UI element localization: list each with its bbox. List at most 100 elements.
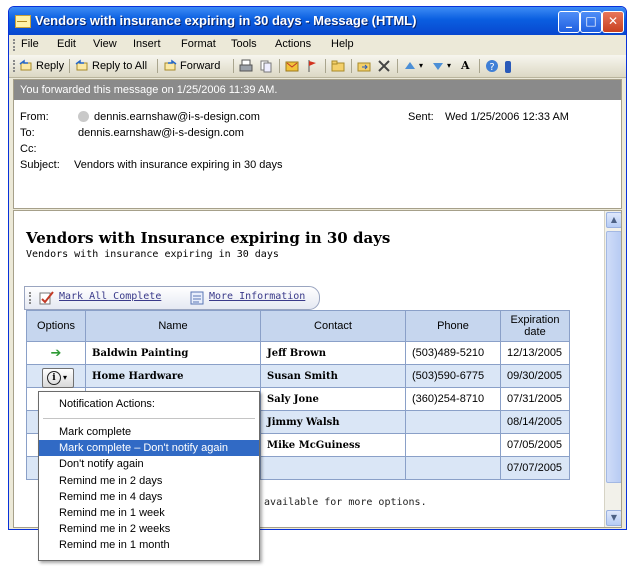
- reply-icon: [19, 59, 32, 71]
- vendor-expiration: 12/13/2005: [500, 341, 570, 365]
- presence-icon: [78, 111, 89, 122]
- column-header-name: Name: [85, 310, 261, 342]
- reply-label: Reply: [36, 60, 65, 72]
- envelope-icon: [15, 15, 31, 28]
- categories-icon[interactable]: [285, 59, 299, 73]
- row-arrow-icon[interactable]: ➔: [26, 341, 86, 365]
- more-information-icon: [190, 291, 204, 305]
- mark-complete-icon: [39, 291, 54, 305]
- sent-label: Sent:: [408, 111, 434, 123]
- sent-value: Wed 1/25/2006 12:33 AM: [445, 111, 569, 123]
- vendor-name: Baldwin Painting: [85, 341, 261, 365]
- scroll-up-arrow[interactable]: ▲: [606, 212, 621, 228]
- close-button[interactable]: ✕: [602, 11, 624, 33]
- action-bar: Mark All Complete More Information: [24, 286, 320, 310]
- toolbar-separator: [479, 59, 480, 73]
- table-header-row: Options Name Contact Phone Expiration da…: [26, 310, 570, 342]
- minimize-button[interactable]: _: [558, 11, 580, 33]
- reply-all-button[interactable]: Reply to All: [75, 58, 147, 74]
- table-row[interactable]: ➔ Baldwin Painting Jeff Brown (503)489-5…: [26, 341, 570, 365]
- title-bar[interactable]: Vendors with insurance expiring in 30 da…: [9, 7, 626, 35]
- vendor-contact: Mike McGuiness: [260, 433, 406, 457]
- vertical-scrollbar[interactable]: ▲ ▼: [604, 211, 621, 527]
- vendor-phone: [405, 410, 501, 434]
- vendor-expiration: 07/31/2005: [500, 387, 570, 411]
- footer-note: n available for more options.: [252, 497, 427, 508]
- document-title: Vendors with Insurance expiring in 30 da…: [26, 229, 391, 247]
- toolbar-separator: [397, 59, 398, 73]
- menu-actions[interactable]: Actions: [275, 38, 311, 50]
- menu-format[interactable]: Format: [181, 38, 216, 50]
- chevron-down-icon: ▾: [63, 373, 68, 382]
- toolbar-separator: [233, 59, 234, 73]
- to-value[interactable]: dennis.earnshaw@i-s-design.com: [78, 127, 244, 139]
- column-header-options: Options: [26, 310, 86, 342]
- menu-header: Notification Actions:: [59, 398, 155, 410]
- subject-label: Subject:: [20, 159, 60, 171]
- menu-item-mark-complete-dont-notify[interactable]: Mark complete – Don't notify again: [39, 440, 259, 456]
- font-size-button[interactable]: A: [461, 58, 470, 74]
- previous-item-icon[interactable]: [403, 59, 417, 73]
- copy-icon[interactable]: [259, 59, 273, 73]
- reply-button[interactable]: Reply: [19, 58, 64, 74]
- print-icon[interactable]: [239, 59, 253, 73]
- next-item-icon[interactable]: [431, 59, 445, 73]
- menu-item-remind-2-weeks[interactable]: Remind me in 2 weeks: [39, 521, 259, 537]
- vendor-expiration: 07/05/2005: [500, 433, 570, 457]
- forward-label: Forward: [180, 60, 221, 72]
- scroll-thumb[interactable]: [606, 231, 621, 483]
- vendor-phone: (503)590-6775: [405, 364, 501, 388]
- toolbar-overflow-chevron[interactable]: [505, 61, 511, 73]
- vendor-expiration: 09/30/2005: [500, 364, 570, 388]
- delete-icon[interactable]: [377, 59, 391, 73]
- menu-bar: File Edit View Insert Format Tools Actio…: [9, 35, 626, 55]
- options-dropdown-button[interactable]: i ▾: [42, 368, 74, 388]
- scroll-down-arrow[interactable]: ▼: [606, 510, 621, 526]
- mark-all-complete-button[interactable]: Mark All Complete: [59, 291, 161, 302]
- help-icon[interactable]: ?: [485, 59, 499, 73]
- next-dropdown-arrow[interactable]: ▾: [447, 58, 451, 74]
- window-title: Vendors with insurance expiring in 30 da…: [35, 13, 417, 28]
- document-subtitle: Vendors with insurance expiring in 30 da…: [26, 249, 279, 260]
- menu-item-remind-1-month[interactable]: Remind me in 1 month: [39, 537, 259, 553]
- from-value[interactable]: dennis.earnshaw@i-s-design.com: [94, 111, 260, 123]
- vendor-phone: (503)489-5210: [405, 341, 501, 365]
- reply-all-label: Reply to All: [92, 60, 148, 72]
- vendor-phone: [405, 456, 501, 480]
- action-bar-grip: [29, 292, 31, 304]
- standard-toolbar: Reply Reply to All Forward ▾ ▾ A ?: [9, 55, 626, 78]
- toolbar-separator: [279, 59, 280, 73]
- vendor-contact: Jeff Brown: [260, 341, 406, 365]
- toolbar-separator: [69, 59, 70, 73]
- forward-button[interactable]: Forward: [163, 58, 220, 74]
- vendor-contact: [260, 456, 406, 480]
- notification-actions-menu: Notification Actions: Mark complete Mark…: [38, 391, 260, 561]
- menu-tools[interactable]: Tools: [231, 38, 257, 50]
- menu-edit[interactable]: Edit: [57, 38, 76, 50]
- vendor-contact: Saly Jone: [260, 387, 406, 411]
- menu-item-remind-4-days[interactable]: Remind me in 4 days: [39, 489, 259, 505]
- info-bar: You forwarded this message on 1/25/2006 …: [14, 80, 621, 100]
- vendor-name: Home Hardware: [85, 364, 261, 388]
- menu-divider: [43, 418, 255, 419]
- menu-item-remind-1-week[interactable]: Remind me in 1 week: [39, 505, 259, 521]
- follow-up-flag-icon[interactable]: [305, 59, 319, 73]
- to-label: To:: [20, 127, 35, 139]
- folder-icon[interactable]: [331, 59, 345, 73]
- menu-file[interactable]: File: [21, 38, 39, 50]
- menu-item-dont-notify-again[interactable]: Don't notify again: [39, 456, 259, 472]
- previous-dropdown-arrow[interactable]: ▾: [419, 58, 423, 74]
- toolbar-separator: [325, 59, 326, 73]
- menu-item-remind-2-days[interactable]: Remind me in 2 days: [39, 473, 259, 489]
- vendor-expiration: 07/07/2005: [500, 456, 570, 480]
- menu-item-mark-complete[interactable]: Mark complete: [39, 424, 259, 440]
- move-to-folder-icon[interactable]: [357, 59, 371, 73]
- table-row[interactable]: Home Hardware Susan Smith (503)590-6775 …: [26, 364, 570, 388]
- vendor-phone: (360)254-8710: [405, 387, 501, 411]
- maximize-button[interactable]: □: [580, 11, 602, 33]
- more-information-button[interactable]: More Information: [209, 291, 305, 302]
- subject-value: Vendors with insurance expiring in 30 da…: [74, 159, 283, 171]
- menu-insert[interactable]: Insert: [133, 38, 161, 50]
- menu-help[interactable]: Help: [331, 38, 354, 50]
- menu-view[interactable]: View: [93, 38, 117, 50]
